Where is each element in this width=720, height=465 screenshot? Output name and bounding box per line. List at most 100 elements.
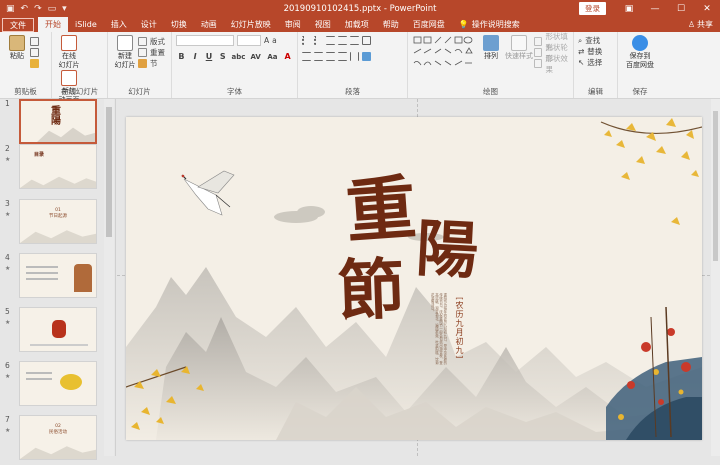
slide-thumbnail[interactable]: 2 ★ 目录 [5, 144, 111, 194]
share-button[interactable]: ♙ 共享 [681, 17, 720, 32]
tab-home[interactable]: 开始 [38, 17, 68, 32]
quick-access-toolbar: ▣ ↶ ↷ ▭ ▾ [0, 4, 67, 14]
bold-button[interactable]: B [176, 52, 187, 61]
tab-animations[interactable]: 动画 [194, 17, 224, 32]
align-right-icon[interactable] [326, 52, 335, 61]
animation-star-icon: ★ [5, 211, 11, 218]
bullets-icon[interactable] [302, 36, 311, 45]
qat-customize-icon[interactable]: ▾ [62, 4, 67, 14]
select-button[interactable]: ↖ 选择 [578, 57, 613, 68]
quick-styles-icon [511, 35, 527, 51]
layout-button[interactable]: 版式 [138, 36, 165, 47]
maximize-icon[interactable]: ☐ [668, 4, 694, 14]
tab-insert[interactable]: 插入 [104, 17, 134, 32]
layout-label: 版式 [150, 37, 165, 46]
animation-star-icon: ★ [5, 373, 11, 380]
shapes-gallery-icons [413, 36, 473, 66]
arrange-button[interactable]: 排列 [478, 35, 504, 61]
align-left-icon[interactable] [302, 52, 311, 61]
shadow-button[interactable]: S [217, 52, 228, 61]
clipboard-icon [9, 35, 25, 51]
tab-transitions[interactable]: 切换 [164, 17, 194, 32]
reset-button[interactable]: 重置 [138, 47, 165, 58]
editor-vertical-scrollbar[interactable] [711, 99, 720, 456]
layout-icon [138, 37, 147, 46]
thumbnails-scroll-thumb[interactable] [106, 107, 112, 237]
align-center-icon[interactable] [314, 52, 323, 61]
section-button[interactable]: 节 [138, 58, 165, 69]
grow-font-icon[interactable]: A [264, 36, 269, 45]
find-button[interactable]: ⌕ 查找 [578, 35, 613, 46]
strikethrough-button[interactable]: abc [231, 53, 246, 61]
new-slide-button[interactable]: 新建 幻灯片 [112, 35, 138, 70]
slide-thumbnail[interactable]: 4 ★ [5, 253, 111, 303]
smartart-icon[interactable] [362, 52, 371, 61]
slide-thumbnail[interactable]: 5 ★ [5, 307, 111, 357]
save-group-label: 保存 [632, 87, 648, 96]
slide-thumbnail[interactable]: 6 ★ [5, 361, 111, 411]
title-char-yang[interactable]: 陽 [414, 211, 480, 287]
font-size-combo[interactable] [237, 35, 261, 46]
copy-icon[interactable] [30, 48, 39, 57]
slide-canvas[interactable]: 重 陽 節 [农历九月初九] 重阳节为每年的农历九月初九日，是中华民族的传统节日… [126, 117, 702, 440]
character-spacing-button[interactable]: AV [249, 53, 263, 61]
line-spacing-icon[interactable] [350, 36, 359, 45]
ribbon-display-options-icon[interactable]: ▣ [616, 4, 642, 14]
tab-islide[interactable]: iSlide [68, 17, 104, 32]
font-color-button[interactable]: A [282, 52, 293, 61]
font-family-combo[interactable] [176, 35, 234, 46]
underline-button[interactable]: U [204, 52, 215, 61]
increase-indent-icon[interactable] [338, 36, 347, 45]
decrease-indent-icon[interactable] [326, 36, 335, 45]
format-painter-icon[interactable] [30, 59, 39, 68]
title-char-chong[interactable]: 重 [343, 166, 419, 254]
slide-subtitle[interactable]: [农历九月初九] [454, 297, 465, 359]
numbering-icon[interactable] [314, 36, 323, 45]
title-char-jie[interactable]: 節 [337, 250, 406, 330]
tab-file[interactable]: 文件 [2, 18, 34, 32]
close-icon[interactable]: ✕ [694, 4, 720, 14]
redo-icon[interactable]: ↷ [34, 4, 42, 14]
italic-button[interactable]: I [190, 52, 201, 61]
start-from-beginning-icon[interactable]: ▭ [48, 4, 57, 14]
slide-thumbnail[interactable]: 7 ★ 02 民俗活动 [5, 415, 111, 465]
tell-me-label: 操作说明搜索 [471, 20, 520, 29]
shrink-font-icon[interactable]: a [272, 36, 277, 45]
undo-icon[interactable]: ↶ [21, 4, 29, 14]
tab-review[interactable]: 审阅 [278, 17, 308, 32]
slide-preview: 目录 [19, 144, 97, 189]
slide-body-text[interactable]: 重阳节为每年的农历九月初九日，是中华民族的传统节日。庆祝重阳节一般会包括出游赏秋… [430, 293, 447, 367]
save-to-baidu-button[interactable]: 保存到 百度网盘 [622, 35, 658, 70]
tab-help[interactable]: 帮助 [376, 17, 406, 32]
text-direction-icon[interactable] [362, 36, 371, 45]
tab-design[interactable]: 设计 [134, 17, 164, 32]
thumbnails-scrollbar[interactable] [104, 99, 114, 456]
online-slides-button[interactable]: 在线 幻灯片 [56, 35, 82, 70]
cut-icon[interactable] [30, 37, 39, 46]
slide-thumbnail[interactable]: 1 重陽 [5, 88, 111, 144]
tell-me-search[interactable]: 💡 操作说明搜索 [452, 17, 527, 32]
save-icon[interactable]: ▣ [6, 4, 15, 14]
section-icon [138, 59, 147, 68]
font-group-label: 字体 [227, 87, 242, 96]
tab-view[interactable]: 视图 [308, 17, 338, 32]
shapes-gallery[interactable] [412, 35, 474, 71]
find-icon: ⌕ [578, 35, 583, 45]
quick-styles-button[interactable]: 快速样式 [504, 35, 534, 61]
justify-icon[interactable] [338, 52, 347, 61]
tab-slideshow[interactable]: 幻灯片放映 [224, 17, 278, 32]
shape-effects-button[interactable]: 形状效果 [534, 54, 573, 74]
columns-icon[interactable] [350, 52, 359, 61]
editor-scroll-thumb[interactable] [713, 111, 718, 261]
tab-addins[interactable]: 加载项 [338, 17, 376, 32]
thumbnail-text: 01 节日起源 [49, 208, 67, 219]
change-case-button[interactable]: Aa [266, 53, 280, 61]
paste-button[interactable]: 粘贴 [4, 35, 30, 61]
select-icon: ↖ [578, 58, 585, 67]
replace-button[interactable]: ⇄ 替换 [578, 46, 613, 57]
login-button[interactable]: 登录 [579, 2, 606, 15]
save-to-baidu-label: 保存到 百度网盘 [626, 52, 654, 69]
minimize-icon[interactable]: — [642, 4, 668, 14]
tab-baidu-netdisk[interactable]: 百度网盘 [406, 17, 452, 32]
slide-thumbnail[interactable]: 3 ★ 01 节日起源 [5, 199, 111, 249]
